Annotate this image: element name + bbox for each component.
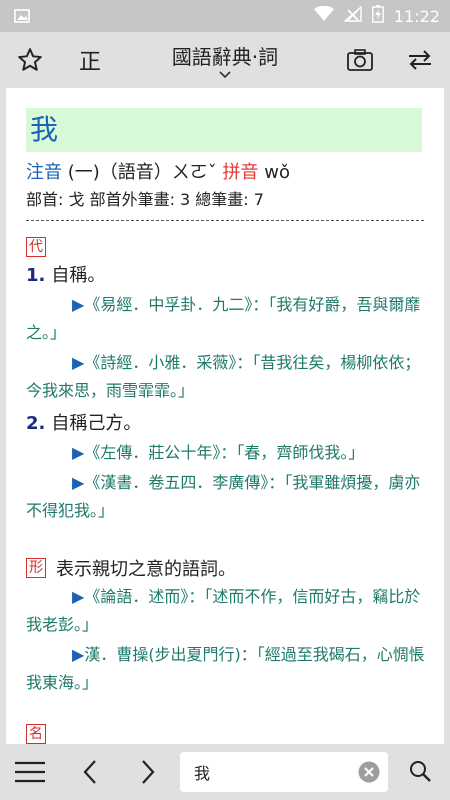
pos-line: 形 表示親切之意的語詞。 bbox=[26, 555, 426, 581]
dictionary-selector[interactable]: 國語辭典·詞 bbox=[150, 32, 300, 88]
dictionary-title: 國語辭典·詞 bbox=[171, 45, 279, 69]
quotation: ▶《漢書．卷五四．李廣傳》：「我軍雖煩擾，虜亦不得犯我。」 bbox=[26, 469, 426, 525]
pos-badge: 代 bbox=[26, 237, 46, 257]
quotation-text: 漢．曹操(步出夏門行)：「經過至我碣石，心惆悵我東海。」 bbox=[26, 645, 425, 692]
play-triangle-icon: ▶ bbox=[72, 645, 85, 664]
pinyin-label: 拼音 bbox=[222, 162, 259, 183]
image-notification-icon bbox=[14, 8, 30, 27]
chevron-down-icon bbox=[219, 71, 231, 79]
zhuyin-label: 注音 bbox=[26, 162, 62, 183]
sense-item: 1. 自稱。 bbox=[26, 263, 426, 289]
quotation-text: 《詩經．小雅．采薇》：「昔我往矣，楊柳依依；今我來思，雨雪霏霏。」 bbox=[26, 353, 421, 400]
quotation: ▶《論語．述而》：「述而不作，信而好古，竊比於我老彭。」 bbox=[26, 583, 426, 639]
quotation-text: 《左傳．莊公十年》：「春，齊師伐我。」 bbox=[84, 443, 365, 462]
play-triangle-icon: ▶ bbox=[72, 473, 85, 492]
status-bar: 11:22 bbox=[0, 0, 450, 32]
search-button[interactable] bbox=[408, 759, 432, 787]
swap-button[interactable] bbox=[400, 32, 440, 88]
chevron-right-icon bbox=[142, 760, 155, 784]
quotation: ▶《詩經．小雅．采薇》：「昔我往矣，楊柳依依；今我來思，雨雪霏霏。」 bbox=[26, 349, 426, 405]
sense-text: 自稱己方。 bbox=[51, 413, 142, 434]
back-button[interactable] bbox=[80, 758, 100, 790]
divider bbox=[26, 220, 424, 221]
sense-number: 2. bbox=[26, 413, 46, 434]
toolbar: 正 國語辭典·詞 bbox=[0, 32, 450, 88]
sense-number: 1. bbox=[26, 265, 46, 286]
menu-button[interactable] bbox=[14, 760, 46, 788]
pinyin-value: wǒ bbox=[264, 162, 290, 183]
sense-item: 2. 自稱己方。 bbox=[26, 411, 426, 437]
traditional-toggle-label: 正 bbox=[78, 50, 101, 75]
entry-card: 我 注音 (一)（語音）ㄨㄛˇ 拼音 wǒ 部首: 戈 部首外筆畫: 3 總筆畫… bbox=[6, 88, 444, 744]
play-triangle-icon: ▶ bbox=[72, 353, 85, 372]
swap-arrows-icon bbox=[409, 50, 431, 70]
sense-text: 自稱。 bbox=[51, 265, 106, 286]
signal-icon bbox=[343, 5, 362, 26]
headword: 我 bbox=[26, 108, 422, 152]
quotation: ▶《易經．中孚卦．九二》：「我有好爵，吾與爾靡之。」 bbox=[26, 291, 426, 347]
pos-badge: 形 bbox=[26, 558, 46, 578]
wifi-icon bbox=[313, 5, 334, 26]
play-triangle-icon: ▶ bbox=[72, 587, 85, 606]
zhuyin-value: (一)（語音）ㄨㄛˇ bbox=[67, 162, 217, 183]
search-box bbox=[180, 752, 388, 792]
forward-button[interactable] bbox=[138, 758, 158, 790]
traditional-toggle-button[interactable]: 正 bbox=[72, 32, 108, 88]
quotation-text: 《漢書．卷五四．李廣傳》：「我軍雖煩擾，虜亦不得犯我。」 bbox=[26, 473, 421, 520]
status-time: 11:22 bbox=[393, 6, 440, 26]
clear-button[interactable] bbox=[358, 761, 380, 787]
play-triangle-icon: ▶ bbox=[72, 295, 85, 314]
search-input[interactable] bbox=[192, 761, 346, 783]
search-icon bbox=[410, 761, 431, 782]
quotation: ▶《左傳．莊公十年》：「春，齊師伐我。」 bbox=[26, 439, 426, 467]
chevron-left-icon bbox=[83, 760, 96, 784]
quotation-text: 《論語．述而》：「述而不作，信而好古，竊比於我老彭。」 bbox=[26, 587, 421, 634]
camera-button[interactable] bbox=[340, 32, 380, 88]
favorite-star-button[interactable] bbox=[10, 32, 50, 88]
play-triangle-icon: ▶ bbox=[72, 443, 85, 462]
quotation-text: 《易經．中孚卦．九二》：「我有好爵，吾與爾靡之。」 bbox=[26, 295, 421, 342]
clear-icon bbox=[358, 761, 380, 783]
radical-info: 部首: 戈 部首外筆畫: 3 總筆畫: 7 bbox=[26, 190, 264, 209]
bottom-bar bbox=[0, 744, 450, 800]
pos-badge: 名 bbox=[26, 724, 46, 744]
battery-charging-icon bbox=[371, 5, 384, 27]
sense-text: 表示親切之意的語詞。 bbox=[56, 559, 236, 580]
pronunciation-line: 注音 (一)（語音）ㄨㄛˇ 拼音 wǒ bbox=[26, 158, 290, 184]
star-icon bbox=[18, 48, 42, 71]
hamburger-menu-icon bbox=[15, 761, 45, 783]
quotation: ▶漢．曹操(步出夏門行)：「經過至我碣石，心惆悵我東海。」 bbox=[26, 641, 426, 697]
camera-icon bbox=[347, 49, 373, 71]
definitions: 代 1. 自稱。 ▶《易經．中孚卦．九二》：「我有好爵，吾與爾靡之。」 ▶《詩經．… bbox=[26, 236, 426, 744]
